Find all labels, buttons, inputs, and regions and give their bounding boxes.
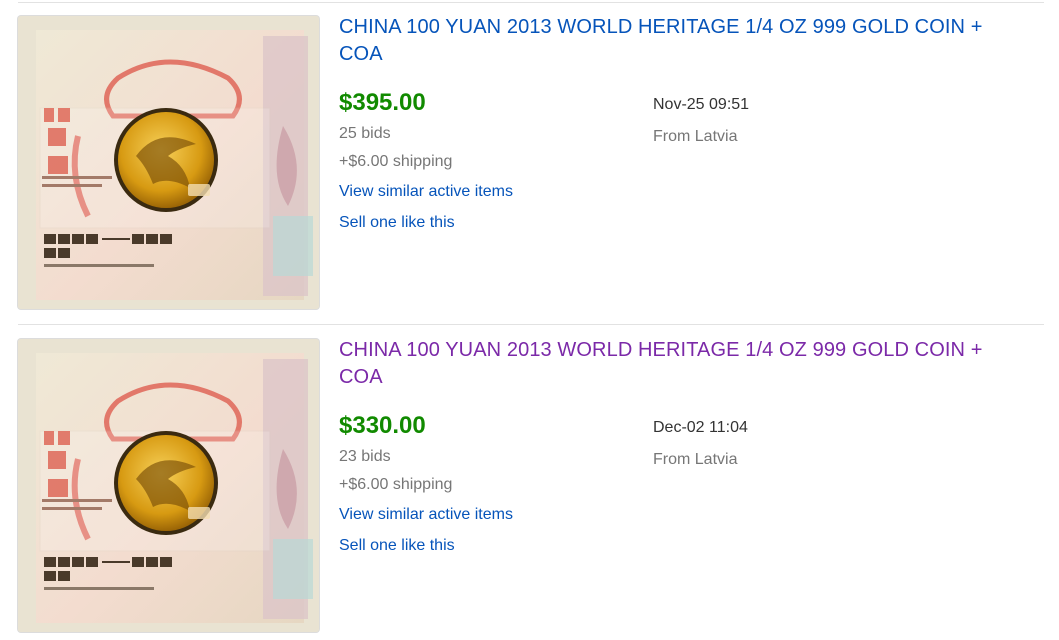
bid-count: 23 bids [339,448,391,465]
sell-one-like-this-link[interactable]: Sell one like this [339,214,455,232]
shipping-cost: +$6.00 shipping [339,153,453,170]
listing-image[interactable] [18,339,319,632]
listing-price: $330.00 [339,412,426,439]
gold-coin-certificate-photo-icon [18,16,319,309]
listing-item: CHINA 100 YUAN 2013 WORLD HERITAGE 1/4 O… [0,325,1059,640]
listing-price: $395.00 [339,89,426,116]
view-similar-link[interactable]: View similar active items [339,183,513,201]
shipping-cost: +$6.00 shipping [339,476,453,493]
item-location: From Latvia [653,128,738,145]
end-date: Nov-25 09:51 [653,96,750,113]
bid-count: 25 bids [339,125,391,142]
sell-one-like-this-link[interactable]: Sell one like this [339,537,455,555]
item-location: From Latvia [653,451,738,468]
view-similar-link[interactable]: View similar active items [339,506,513,524]
listing-title-link[interactable]: CHINA 100 YUAN 2013 WORLD HERITAGE 1/4 O… [339,337,1029,391]
listing-item: CHINA 100 YUAN 2013 WORLD HERITAGE 1/4 O… [0,2,1059,322]
gold-coin-certificate-photo-icon [18,339,319,632]
listing-image[interactable] [18,16,319,309]
listing-title-link[interactable]: CHINA 100 YUAN 2013 WORLD HERITAGE 1/4 O… [339,14,1029,68]
search-results: CHINA 100 YUAN 2013 WORLD HERITAGE 1/4 O… [0,0,1059,640]
end-date: Dec-02 11:04 [653,419,748,436]
